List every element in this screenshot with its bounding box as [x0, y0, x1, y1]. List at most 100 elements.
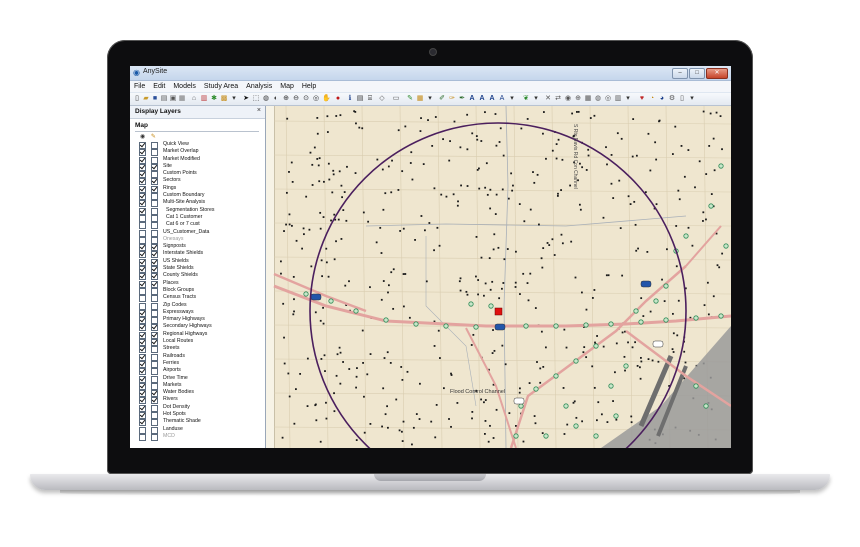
- layer-label[interactable]: Signposts: [163, 243, 186, 250]
- brush-icon[interactable]: ✑: [448, 95, 456, 103]
- info-tool-icon[interactable]: ℹ: [346, 95, 354, 103]
- layer-label[interactable]: Market Overlap: [163, 148, 198, 155]
- layer-label-checkbox[interactable]: [151, 433, 158, 441]
- layer-label[interactable]: Market Modified: [163, 156, 200, 163]
- layer-label[interactable]: Secondary Highways: [163, 323, 212, 330]
- layer-label[interactable]: Water Bodies: [163, 389, 194, 396]
- close-button[interactable]: ✕: [706, 68, 728, 79]
- map-view[interactable]: Flood Control Channel S Rte Davis Rd Con…: [266, 106, 731, 448]
- layer-label[interactable]: Segmentation Stores: [166, 207, 214, 214]
- identify-icon[interactable]: ◍: [262, 95, 270, 103]
- menu-models[interactable]: Models: [169, 83, 200, 90]
- draw-icon[interactable]: ✎: [406, 95, 414, 103]
- layer-label[interactable]: Airports: [163, 367, 181, 374]
- table-icon[interactable]: ▤: [356, 95, 364, 103]
- dropdown-4-icon[interactable]: ▾: [532, 95, 540, 103]
- menu-file[interactable]: File: [130, 83, 149, 90]
- layer-label[interactable]: Site: [163, 163, 172, 170]
- home-icon[interactable]: ⌂: [190, 95, 198, 103]
- layer-label[interactable]: Census Tracts: [163, 294, 196, 301]
- minimize-button[interactable]: –: [672, 68, 688, 79]
- layer-label[interactable]: Quick View: [163, 141, 189, 148]
- target-icon[interactable]: ◉: [564, 95, 572, 103]
- layer-visible-checkbox[interactable]: [139, 433, 146, 441]
- layer-label[interactable]: Markets: [163, 382, 181, 389]
- layer-label[interactable]: Hot Spots: [163, 411, 186, 418]
- layer-label[interactable]: Cat 6 or 7 cust: [166, 221, 200, 228]
- layer-label[interactable]: Expressways: [163, 309, 194, 316]
- layer-label[interactable]: Streets: [163, 345, 179, 352]
- font-a-icon[interactable]: A: [468, 95, 476, 103]
- open-folder-icon[interactable]: ▰: [142, 95, 150, 103]
- ruler-icon[interactable]: ✕: [544, 95, 552, 103]
- settings-icon[interactable]: ⚙: [668, 95, 676, 103]
- crosshair-icon[interactable]: ⊕: [574, 95, 582, 103]
- layer-label[interactable]: Cat 1 Customer: [166, 214, 202, 221]
- layer-label[interactable]: Drive Time: [163, 375, 188, 382]
- grid-icon[interactable]: ▦: [584, 95, 592, 103]
- dropdown-6-icon[interactable]: ▾: [688, 95, 696, 103]
- marker-icon[interactable]: ✒: [458, 95, 466, 103]
- print-map-icon[interactable]: ▥: [614, 95, 622, 103]
- document-icon[interactable]: ▯: [678, 95, 686, 103]
- layer-label[interactable]: Railroads: [163, 353, 185, 360]
- panel-close-button[interactable]: ×: [257, 107, 261, 114]
- export-icon[interactable]: ▦: [178, 95, 186, 103]
- layer-label[interactable]: Dot Density: [163, 404, 190, 411]
- layer-label[interactable]: Onesays: [163, 236, 183, 243]
- layer-label[interactable]: US_Customer_Data: [163, 229, 209, 236]
- dropdown-icon[interactable]: ▾: [230, 95, 238, 103]
- map-canvas[interactable]: [266, 106, 731, 448]
- zoom-extent-icon[interactable]: ⊙: [302, 95, 310, 103]
- layer-label[interactable]: Interstate Shields: [163, 250, 203, 257]
- analysis-icon[interactable]: ◕: [658, 95, 666, 103]
- font-bold-icon[interactable]: A: [488, 95, 496, 103]
- select-arrow-icon[interactable]: ➤: [242, 95, 250, 103]
- layer-label[interactable]: Ferries: [163, 360, 179, 367]
- menu-map[interactable]: Map: [276, 83, 298, 90]
- print-preview-icon[interactable]: ▣: [169, 95, 177, 103]
- layer-label[interactable]: Rings: [163, 185, 176, 192]
- layer-label[interactable]: County Shields: [163, 272, 198, 279]
- route-icon[interactable]: ⇄: [554, 95, 562, 103]
- layer-label[interactable]: Custom Points: [163, 170, 197, 177]
- layer-label[interactable]: Thematic Shade: [163, 418, 201, 425]
- zoom-out-icon[interactable]: ⊖: [292, 95, 300, 103]
- menu-analysis[interactable]: Analysis: [242, 83, 276, 90]
- layers-icon[interactable]: ▩: [220, 95, 228, 103]
- layer-label[interactable]: Custom Boundary: [163, 192, 205, 199]
- dropdown-3-icon[interactable]: ▾: [508, 95, 516, 103]
- pie-icon[interactable]: ◔: [648, 95, 656, 103]
- menu-edit[interactable]: Edit: [149, 83, 169, 90]
- stop-icon[interactable]: ●: [334, 95, 342, 103]
- layer-label[interactable]: State Shields: [163, 265, 194, 272]
- annotation-icon[interactable]: ▦: [416, 95, 424, 103]
- leaf-icon[interactable]: ❦: [522, 95, 530, 103]
- dropdown-5-icon[interactable]: ▾: [624, 95, 632, 103]
- menu-study-area[interactable]: Study Area: [200, 83, 242, 90]
- text-tool-icon[interactable]: ⌸: [366, 95, 374, 103]
- layer-label[interactable]: Multi-Site Analysis: [163, 199, 205, 206]
- layer-label[interactable]: Regional Highways: [163, 331, 207, 338]
- zoom-in-icon[interactable]: ⊕: [282, 95, 290, 103]
- pencil-icon[interactable]: ✐: [438, 95, 446, 103]
- world-icon[interactable]: ◎: [604, 95, 612, 103]
- layer-label[interactable]: US Shields: [163, 258, 189, 265]
- pan-icon[interactable]: ✋: [322, 95, 331, 103]
- measure-icon[interactable]: ◇: [378, 95, 386, 103]
- layer-label[interactable]: Places: [163, 280, 179, 287]
- layer-label[interactable]: Local Routes: [163, 338, 193, 345]
- select-box-icon[interactable]: ⬚: [252, 95, 260, 103]
- layer-label[interactable]: Block Groups: [163, 287, 194, 294]
- info-icon[interactable]: ◐: [272, 95, 280, 103]
- layer-label[interactable]: Sectors: [163, 177, 181, 184]
- print-icon[interactable]: ▤: [160, 95, 168, 103]
- pointer-tool-icon[interactable]: ✱: [210, 95, 218, 103]
- layout-icon[interactable]: ▭: [392, 95, 400, 103]
- heart-icon[interactable]: ♥: [638, 95, 646, 103]
- layer-label[interactable]: MCD: [163, 433, 175, 440]
- font-style-icon[interactable]: A: [498, 95, 506, 103]
- zoom-previous-icon[interactable]: ◎: [312, 95, 320, 103]
- menu-help[interactable]: Help: [298, 83, 320, 90]
- font-size-icon[interactable]: A: [478, 95, 486, 103]
